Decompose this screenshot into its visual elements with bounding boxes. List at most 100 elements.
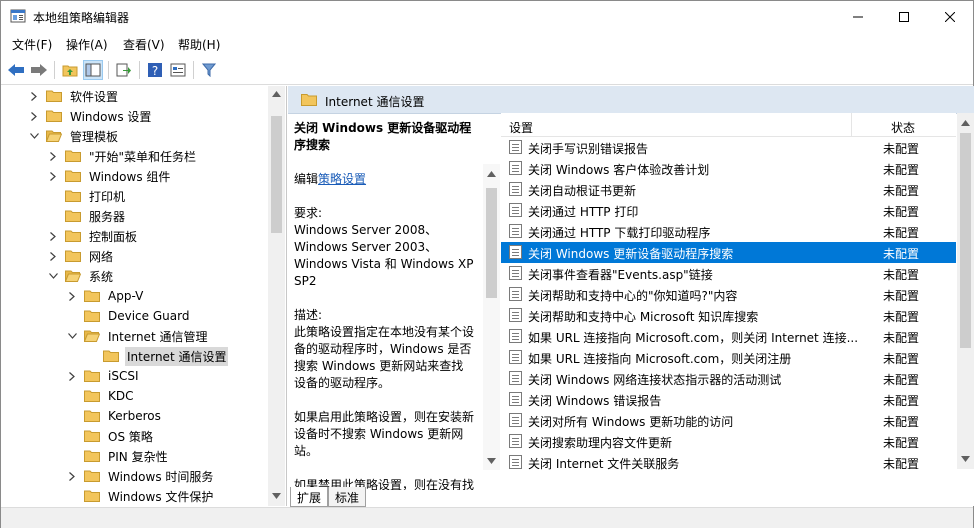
tree-node[interactable]: iSCSI [66,366,141,386]
policy-row[interactable]: 如果 URL 连接指向 Microsoft.com，则关闭注册 未配置 [501,347,956,368]
expander[interactable] [28,90,40,102]
tree-node[interactable]: "开始"菜单和任务栏 [47,146,198,166]
chevron-right-icon[interactable] [50,151,56,161]
chevron-right-icon[interactable] [31,111,37,121]
tree-node[interactable]: KDC [66,386,136,406]
tree-node-label[interactable]: 系统 [87,267,115,286]
policy-row[interactable]: 关闭手写识别错误报告 未配置 [501,137,956,158]
policy-row[interactable]: 关闭对所有 Windows 更新功能的访问 未配置 [501,410,956,431]
settings-list[interactable]: 设置 状态 关闭手写识别错误报告 未配置 关闭 Windows 客户体验改善计划 未配… [501,113,956,493]
list-scroll-thumb[interactable] [960,133,971,348]
chevron-right-icon[interactable] [50,251,56,261]
column-state[interactable]: 状态 [891,119,915,136]
tree-node[interactable]: OS 策略 [66,426,155,446]
policy-row[interactable]: 关闭通过 HTTP 打印 未配置 [501,200,956,221]
tree-node-label[interactable]: Device Guard [106,308,191,324]
scroll-down-arrow-icon[interactable] [272,493,281,499]
up-level-button[interactable] [60,60,80,80]
tree-node[interactable]: 系统 [47,266,115,286]
expander[interactable] [47,230,59,242]
tree-node-label[interactable]: 控制面板 [87,227,139,246]
tree-node-label[interactable]: 管理模板 [68,127,120,146]
tree-node[interactable]: 服务器 [47,206,127,226]
close-button[interactable] [927,1,973,32]
chevron-down-icon[interactable] [29,133,39,139]
chevron-right-icon[interactable] [69,371,75,381]
back-button[interactable] [6,60,26,80]
policy-row[interactable]: 关闭 Windows 错误报告 未配置 [501,389,956,410]
chevron-right-icon[interactable] [50,171,56,181]
tree-node-label[interactable]: 网络 [87,247,115,266]
chevron-right-icon[interactable] [69,291,75,301]
tree-node[interactable]: PIN 复杂性 [66,446,170,466]
policy-row[interactable]: 关闭帮助和支持中心 Microsoft 知识库搜索 未配置 [501,305,956,326]
tree-node[interactable]: 软件设置 [28,86,120,106]
scroll-up-arrow-icon[interactable] [272,91,281,97]
help-button[interactable]: ? [145,60,165,80]
expander[interactable] [47,210,59,222]
expander[interactable] [66,370,78,382]
tree-node-label[interactable]: 软件设置 [68,87,120,106]
tree-node-label[interactable]: PIN 复杂性 [106,447,170,466]
tree-node-label[interactable]: Internet 通信管理 [106,327,209,346]
expander[interactable] [66,410,78,422]
expander[interactable] [47,170,59,182]
tree-node[interactable]: 网络 [47,246,115,266]
policy-row[interactable]: 关闭自动根证书更新 未配置 [501,179,956,200]
expander[interactable] [66,450,78,462]
tree-node-label[interactable]: Windows 设置 [68,107,153,126]
tree-node[interactable]: Kerberos [66,406,163,426]
description-scrollbar[interactable] [483,164,500,470]
chevron-down-icon[interactable] [67,333,77,339]
expander[interactable] [85,350,97,362]
tree-node-label[interactable]: 服务器 [87,207,127,226]
tree-node-label[interactable]: iSCSI [106,368,141,384]
list-scrollbar[interactable] [957,113,974,469]
maximize-button[interactable] [881,1,927,32]
tree-node-label[interactable]: OS 策略 [106,427,155,446]
tree-node-label[interactable]: KDC [106,388,136,404]
policy-row[interactable]: 关闭搜索助理内容文件更新 未配置 [501,431,956,452]
tree-node-label[interactable]: 打印机 [87,187,127,206]
policy-row[interactable]: 关闭 Windows 客户体验改善计划 未配置 [501,158,956,179]
show-hide-tree-button[interactable] [83,60,103,80]
tree-node[interactable]: 管理模板 [28,126,120,146]
tree-scrollbar[interactable] [268,86,285,506]
tab-standard[interactable]: 标准 [328,487,367,507]
tree-node-label[interactable]: Windows 时间服务 [106,467,215,486]
tree-node[interactable]: Windows 设置 [28,106,153,126]
tree-node[interactable]: Windows 时间服务 [66,466,215,486]
properties-button[interactable] [168,60,188,80]
policy-row[interactable]: 关闭 Windows 网络连接状态指示器的活动测试 未配置 [501,368,956,389]
minimize-button[interactable] [835,1,881,32]
scroll-up-arrow-icon[interactable] [961,120,970,126]
export-list-button[interactable] [114,60,134,80]
expander[interactable] [66,330,78,342]
column-setting[interactable]: 设置 [509,119,533,136]
menu-file[interactable]: 文件(F) [12,36,52,53]
expander[interactable] [66,390,78,402]
forward-button[interactable] [29,60,49,80]
filter-button[interactable] [199,60,219,80]
menu-view[interactable]: 查看(V) [123,36,165,53]
policy-row[interactable]: 关闭通过 HTTP 下载打印驱动程序 未配置 [501,221,956,242]
scroll-down-arrow-icon[interactable] [487,458,496,464]
policy-row[interactable]: 关闭 Windows 更新设备驱动程序搜索 未配置 [501,242,956,263]
expander[interactable] [66,310,78,322]
tree-node[interactable]: 打印机 [47,186,127,206]
expander[interactable] [66,490,78,502]
tree-node[interactable]: Device Guard [66,306,191,326]
expander[interactable] [47,150,59,162]
tab-extended[interactable]: 扩展 [290,487,329,507]
expander[interactable] [28,130,40,142]
chevron-right-icon[interactable] [31,91,37,101]
menu-help[interactable]: 帮助(H) [178,36,220,53]
policy-row[interactable]: 关闭事件查看器"Events.asp"链接 未配置 [501,263,956,284]
expander[interactable] [47,270,59,282]
tree-node[interactable]: Windows 文件保护 [66,486,215,506]
expander[interactable] [66,430,78,442]
tree-node-label[interactable]: Windows 文件保护 [106,487,215,506]
expander[interactable] [66,290,78,302]
policy-row[interactable]: 关闭 Internet 文件关联服务 未配置 [501,452,956,473]
tree-node-label[interactable]: Windows 组件 [87,167,172,186]
